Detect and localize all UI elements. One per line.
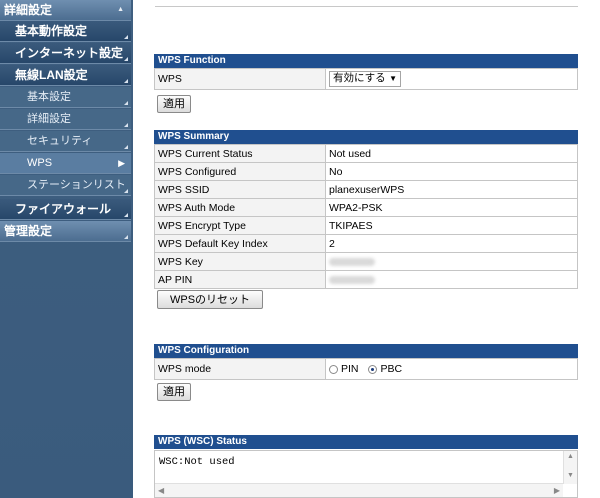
sidebar-item-label: 基本設定 xyxy=(27,91,71,103)
wps-label: WPS xyxy=(154,68,326,90)
row-value: 2 xyxy=(325,234,578,253)
corner-mark-icon xyxy=(124,235,128,239)
row-label: WPS Auth Mode xyxy=(154,198,326,217)
redacted-key xyxy=(329,257,375,266)
sidebar-item-advanced-settings[interactable]: 詳細設定 ▲ xyxy=(0,0,131,21)
corner-mark-icon xyxy=(124,145,128,149)
collapse-up-icon[interactable]: ▲ xyxy=(117,6,124,14)
table-row: WPS mode PIN PBC xyxy=(154,358,578,380)
wps-configuration-header: WPS Configuration xyxy=(154,344,578,358)
wps-status-textarea[interactable]: WSC:Not used ▲ ▼ ◀ ▶ xyxy=(154,450,578,498)
row-value: Not used xyxy=(325,144,578,163)
wps-status-header: WPS (WSC) Status xyxy=(154,435,578,449)
wps-function-apply-button[interactable]: 適用 xyxy=(157,95,191,113)
sidebar-item-management[interactable]: 管理設定 xyxy=(0,221,131,242)
row-label: WPS Current Status xyxy=(154,144,326,163)
chevron-right-icon: ▶ xyxy=(118,158,125,168)
sidebar-item-label: WPS xyxy=(27,157,53,169)
pin-radio[interactable] xyxy=(329,364,338,374)
row-label: WPS Default Key Index xyxy=(154,234,326,253)
sidebar-item-label: セキュリティ xyxy=(27,135,93,147)
corner-mark-icon xyxy=(124,189,128,193)
row-label: WPS Encrypt Type xyxy=(154,216,326,235)
sidebar-item-label: 詳細設定 xyxy=(4,3,53,17)
wps-mode-label: WPS mode xyxy=(154,358,326,380)
table-row: WPS 有効にする ▼ xyxy=(154,68,578,90)
sidebar-item-label: インターネット設定 xyxy=(15,46,124,60)
row-label: AP PIN xyxy=(154,270,326,289)
row-value: planexuserWPS xyxy=(325,180,578,199)
scroll-right-icon[interactable]: ▶ xyxy=(554,486,560,495)
sidebar-item-label: 管理設定 xyxy=(4,224,53,238)
sidebar-item-label: ファイアウォール xyxy=(15,202,112,216)
pin-radio-label: PIN xyxy=(341,363,359,376)
sidebar-item-wlan-advanced[interactable]: 詳細設定 xyxy=(0,109,131,130)
wps-function-header: WPS Function xyxy=(154,54,578,68)
corner-mark-icon xyxy=(124,35,128,39)
corner-mark-icon xyxy=(124,79,128,83)
corner-mark-icon xyxy=(124,213,128,217)
row-value: TKIPAES xyxy=(325,216,578,235)
corner-mark-icon xyxy=(124,101,128,105)
scroll-left-icon[interactable]: ◀ xyxy=(158,486,164,495)
row-label: WPS Configured xyxy=(154,162,326,181)
sidebar-item-station-list[interactable]: ステーションリスト xyxy=(0,175,131,196)
top-divider xyxy=(155,6,578,7)
table-row: WPS SSID planexuserWPS xyxy=(154,180,578,199)
sidebar-item-label: 基本動作設定 xyxy=(15,24,88,38)
horizontal-scrollbar[interactable]: ◀ ▶ xyxy=(155,483,563,497)
pbc-radio-label: PBC xyxy=(380,363,403,376)
wps-enable-select[interactable]: 有効にする ▼ xyxy=(329,71,401,88)
sidebar-item-label: 無線LAN設定 xyxy=(15,68,88,82)
table-row: WPS Key xyxy=(154,252,578,271)
row-label: WPS Key xyxy=(154,252,326,271)
table-row: WPS Encrypt Type TKIPAES xyxy=(154,216,578,235)
row-value xyxy=(325,252,578,271)
wps-function-table: WPS 有効にする ▼ xyxy=(154,68,578,90)
sidebar-item-wlan-basic[interactable]: 基本設定 xyxy=(0,87,131,108)
row-value: WPA2-PSK xyxy=(325,198,578,217)
sidebar-item-firewall[interactable]: ファイアウォール xyxy=(0,199,131,220)
table-row: WPS Auth Mode WPA2-PSK xyxy=(154,198,578,217)
row-value: No xyxy=(325,162,578,181)
wps-reset-button[interactable]: WPSのリセット xyxy=(157,290,264,309)
corner-mark-icon xyxy=(124,123,128,127)
wps-enable-value: 有効にする xyxy=(333,72,386,85)
wps-summary-table: WPS Current Status Not used WPS Configur… xyxy=(154,144,578,289)
wps-summary-header: WPS Summary xyxy=(154,130,578,144)
wps-status-text: WSC:Not used xyxy=(159,456,235,468)
chevron-down-icon: ▼ xyxy=(389,74,397,84)
pbc-radio[interactable] xyxy=(368,364,378,374)
row-value xyxy=(325,270,578,289)
sidebar-item-wireless-lan[interactable]: 無線LAN設定 xyxy=(0,65,131,86)
sidebar-item-label: ステーションリスト xyxy=(27,179,126,191)
redacted-pin xyxy=(329,275,375,284)
table-row: WPS Configured No xyxy=(154,162,578,181)
table-row: WPS Current Status Not used xyxy=(154,144,578,163)
table-row: AP PIN xyxy=(154,270,578,289)
vertical-scrollbar[interactable]: ▲ ▼ xyxy=(563,451,577,484)
sidebar-item-security[interactable]: セキュリティ xyxy=(0,131,131,152)
wps-configuration-table: WPS mode PIN PBC xyxy=(154,358,578,380)
sidebar-item-basic-operation[interactable]: 基本動作設定 xyxy=(0,21,131,42)
scroll-down-icon[interactable]: ▼ xyxy=(567,472,574,479)
sidebar-item-wps[interactable]: WPS ▶ xyxy=(0,153,131,174)
wps-configuration-apply-button[interactable]: 適用 xyxy=(157,383,191,401)
corner-mark-icon xyxy=(124,57,128,61)
table-row: WPS Default Key Index 2 xyxy=(154,234,578,253)
row-label: WPS SSID xyxy=(154,180,326,199)
scroll-up-icon[interactable]: ▲ xyxy=(567,453,574,460)
sidebar-item-internet-settings[interactable]: インターネット設定 xyxy=(0,43,131,64)
sidebar-item-label: 詳細設定 xyxy=(27,113,71,125)
sidebar: 詳細設定 ▲ 基本動作設定 インターネット設定 無線LAN設定 基本設定 詳細設… xyxy=(0,0,133,498)
